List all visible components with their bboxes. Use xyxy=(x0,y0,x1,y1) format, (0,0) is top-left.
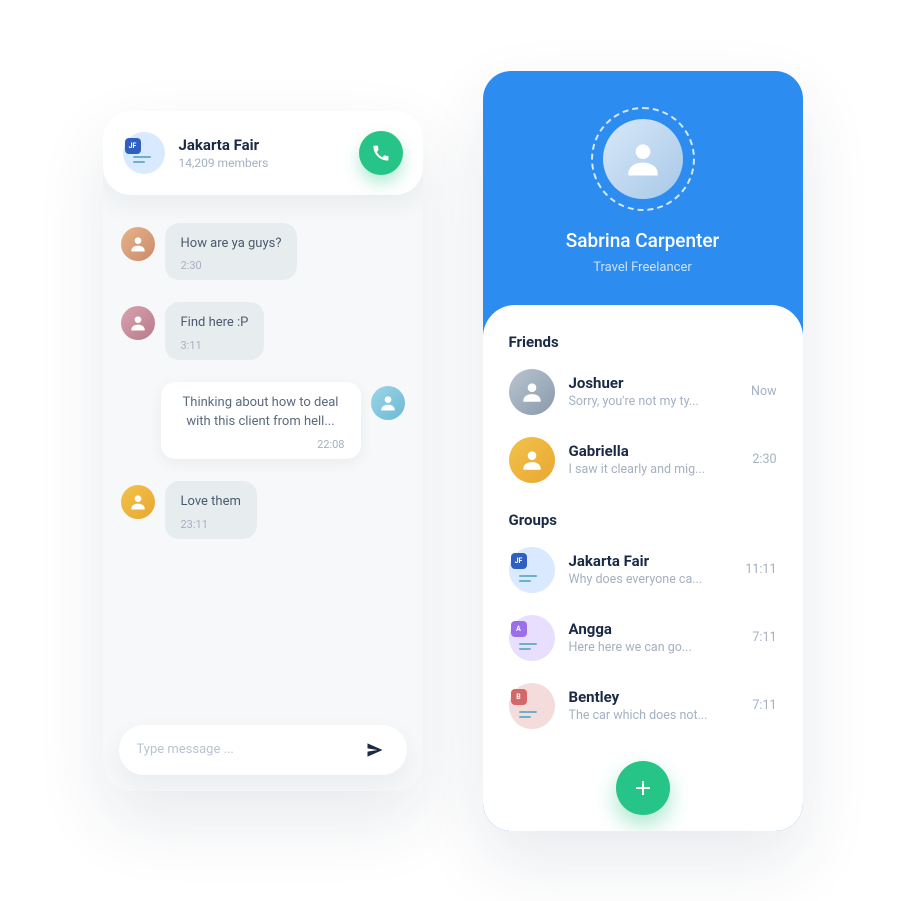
person-icon xyxy=(128,492,148,512)
group-preview: The car which does not... xyxy=(569,708,739,723)
messages-area: How are ya guys? 2:30 Find here :P 3:11 Thin… xyxy=(103,195,423,709)
friend-name: Joshuer xyxy=(569,374,738,392)
add-button[interactable] xyxy=(616,761,670,815)
group-name: Jakarta Fair xyxy=(569,552,732,570)
message-avatar xyxy=(121,227,155,261)
person-icon xyxy=(621,137,665,181)
person-icon xyxy=(128,234,148,254)
group-name: Bentley xyxy=(569,688,739,706)
message-text: How are ya guys? xyxy=(181,235,282,254)
doc-lines-icon xyxy=(519,643,539,657)
group-item[interactable]: A Angga Here here we can go... 7:11 xyxy=(509,607,777,669)
person-icon xyxy=(128,313,148,333)
friends-section-title: Friends xyxy=(509,333,777,351)
message-text: Love them xyxy=(181,493,241,512)
chat-header-avatar: JF xyxy=(123,132,165,174)
group-time: 7:11 xyxy=(752,698,776,713)
group-avatar: B xyxy=(509,683,555,729)
friend-time: 2:30 xyxy=(752,452,776,467)
person-icon xyxy=(519,379,545,405)
message-bubble: Love them 23:11 xyxy=(165,481,257,539)
message-time: 23:11 xyxy=(181,518,241,531)
groups-section-title: Groups xyxy=(509,511,777,529)
chat-title: Jakarta Fair xyxy=(179,136,345,154)
message-input-bar xyxy=(119,725,407,775)
group-body: Angga Here here we can go... xyxy=(569,620,739,655)
chat-members: 14,209 members xyxy=(179,156,345,170)
person-icon xyxy=(519,447,545,473)
profile-avatar xyxy=(603,119,683,199)
message-text: Find here :P xyxy=(181,314,249,333)
chat-screen: JF Jakarta Fair 14,209 members How are y… xyxy=(103,111,423,791)
doc-lines-icon xyxy=(519,575,539,589)
message-time: 22:08 xyxy=(317,438,344,451)
phone-icon xyxy=(372,144,390,162)
message-avatar xyxy=(371,386,405,420)
friend-item[interactable]: Joshuer Sorry, you're not my ty... Now xyxy=(509,361,777,423)
message-bubble: Find here :P 3:11 xyxy=(165,302,265,360)
message-row: Thinking about how to deal with this cli… xyxy=(121,382,405,459)
friend-avatar xyxy=(509,437,555,483)
message-row: How are ya guys? 2:30 xyxy=(121,223,405,281)
doc-lines-icon xyxy=(133,156,153,170)
group-time: 11:11 xyxy=(745,562,776,577)
friend-avatar xyxy=(509,369,555,415)
person-icon xyxy=(378,393,398,413)
group-time: 7:11 xyxy=(752,630,776,645)
friend-preview: I saw it clearly and mig... xyxy=(569,462,739,477)
chat-header: JF Jakarta Fair 14,209 members xyxy=(103,111,423,195)
friend-body: Gabriella I saw it clearly and mig... xyxy=(569,442,739,477)
message-bubble: Thinking about how to deal with this cli… xyxy=(161,382,361,459)
message-avatar xyxy=(121,306,155,340)
message-text: Thinking about how to deal with this cli… xyxy=(177,394,345,432)
friend-item[interactable]: Gabriella I saw it clearly and mig... 2:30 xyxy=(509,429,777,491)
profile-header: Sabrina Carpenter Travel Freelancer xyxy=(483,71,803,305)
group-body: Jakarta Fair Why does everyone ca... xyxy=(569,552,732,587)
group-name: Angga xyxy=(569,620,739,638)
message-bubble: How are ya guys? 2:30 xyxy=(165,223,298,281)
plus-icon xyxy=(631,776,655,800)
message-row: Find here :P 3:11 xyxy=(121,302,405,360)
doc-lines-icon xyxy=(519,711,539,725)
call-button[interactable] xyxy=(359,131,403,175)
group-preview: Why does everyone ca... xyxy=(569,572,732,587)
send-button[interactable] xyxy=(361,736,389,764)
group-body: Bentley The car which does not... xyxy=(569,688,739,723)
send-icon xyxy=(365,740,385,760)
friend-name: Gabriella xyxy=(569,442,739,460)
friend-preview: Sorry, you're not my ty... xyxy=(569,394,738,409)
group-preview: Here here we can go... xyxy=(569,640,739,655)
group-badge: JF xyxy=(511,553,527,569)
chat-header-text: Jakarta Fair 14,209 members xyxy=(179,136,345,170)
group-badge: A xyxy=(511,621,527,637)
message-avatar xyxy=(121,485,155,519)
group-avatar: JF xyxy=(509,547,555,593)
group-badge: JF xyxy=(125,138,141,154)
profile-name: Sabrina Carpenter xyxy=(566,229,720,252)
group-avatar: A xyxy=(509,615,555,661)
profile-role: Travel Freelancer xyxy=(593,260,692,275)
friend-time: Now xyxy=(751,384,776,399)
group-item[interactable]: JF Jakarta Fair Why does everyone ca... 11:… xyxy=(509,539,777,601)
message-time: 2:30 xyxy=(181,259,282,272)
profile-screen: Sabrina Carpenter Travel Freelancer Frie… xyxy=(483,71,803,831)
group-badge: B xyxy=(511,689,527,705)
contacts-panel: Friends Joshuer Sorry, you're not my ty..… xyxy=(483,305,803,831)
message-time: 3:11 xyxy=(181,339,249,352)
message-row: Love them 23:11 xyxy=(121,481,405,539)
profile-avatar-wrap xyxy=(591,107,695,211)
friend-body: Joshuer Sorry, you're not my ty... xyxy=(569,374,738,409)
group-item[interactable]: B Bentley The car which does not... 7:11 xyxy=(509,675,777,737)
message-input[interactable] xyxy=(137,742,361,757)
